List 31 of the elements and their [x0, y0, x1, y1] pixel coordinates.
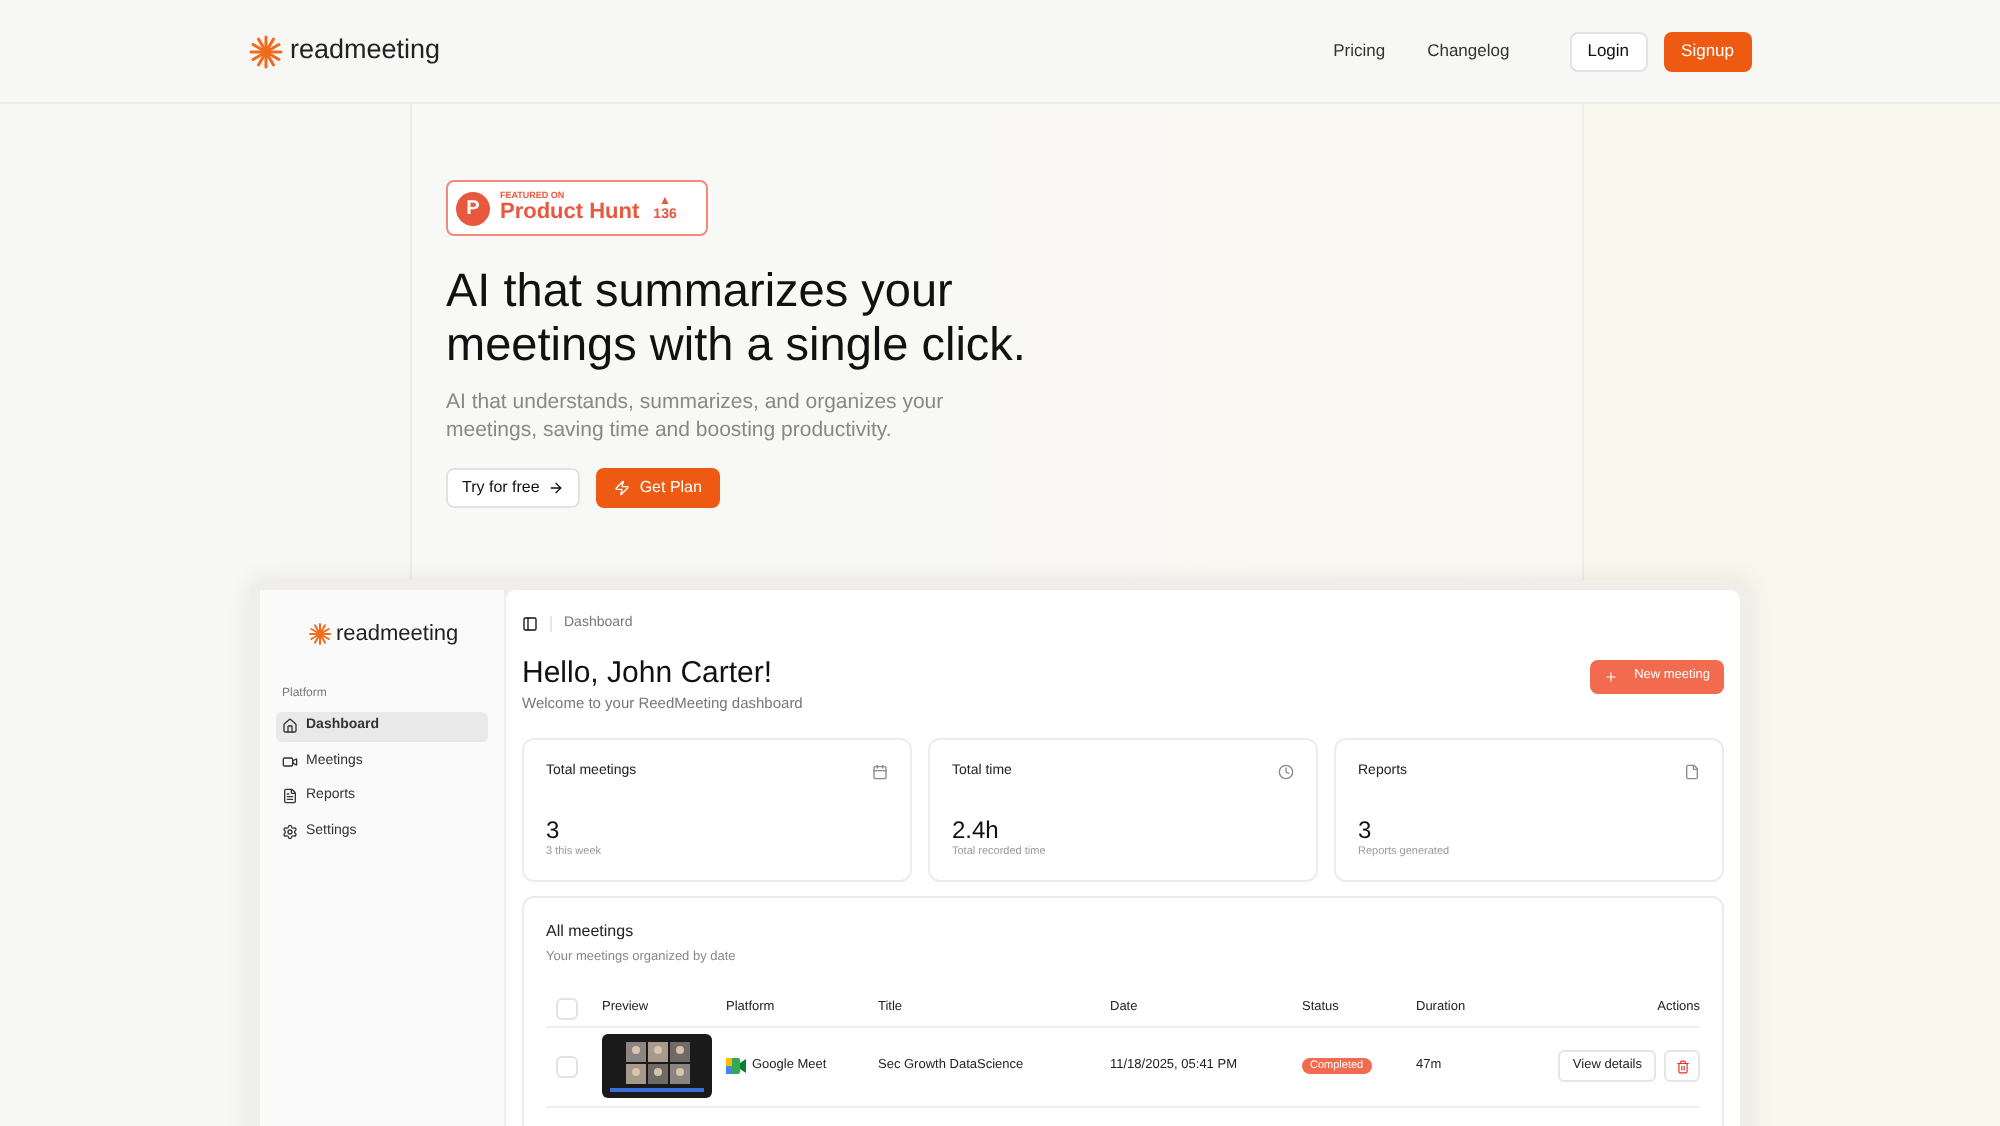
- settings-icon: [282, 823, 298, 840]
- login-button[interactable]: Login: [1569, 31, 1648, 71]
- stat-value: 3: [546, 818, 562, 845]
- sun-logo-icon: [248, 33, 284, 69]
- file-icon: [1684, 764, 1700, 780]
- stat-value: 2.4h: [952, 818, 1001, 845]
- brand-name[interactable]: readmeeting: [290, 30, 441, 72]
- row-checkbox[interactable]: [556, 1055, 578, 1077]
- clock-icon: [1278, 764, 1294, 780]
- hero-subtitle: AI that understands, summarizes, and organizes your meetings, saving time and boosting productivity.: [446, 388, 946, 444]
- camera-logo-icon: [726, 1058, 746, 1074]
- nav-link[interactable]: Pricing: [1333, 38, 1386, 64]
- arrow-right-icon: [547, 480, 564, 496]
- table-title: All meetings: [546, 919, 636, 944]
- plus-icon: [1604, 669, 1619, 683]
- hero-title: AI that summarizes your meetings with a single click.: [446, 264, 1028, 372]
- lightning-icon: [613, 480, 630, 496]
- home-icon: [282, 718, 298, 735]
- app-brand-name: readmeeting: [336, 620, 459, 650]
- trash-icon: [1675, 1059, 1689, 1073]
- delete-button[interactable]: [1664, 1050, 1700, 1082]
- calendar-icon: [872, 764, 888, 780]
- try-for-free-button[interactable]: Try for free: [446, 468, 580, 508]
- document-icon: [282, 788, 298, 805]
- nav-link[interactable]: Changelog: [1427, 38, 1510, 64]
- sidebar-toggle-icon[interactable]: [522, 616, 538, 633]
- greeting-title: Hello, John Carter!: [522, 655, 775, 691]
- row-checkbox[interactable]: [556, 997, 578, 1019]
- stat-value: 3: [1358, 818, 1374, 845]
- sun-logo-icon: [308, 622, 332, 647]
- video-camera-icon: [282, 753, 298, 770]
